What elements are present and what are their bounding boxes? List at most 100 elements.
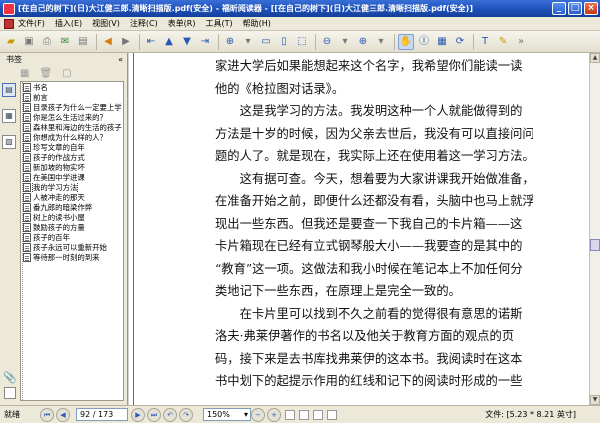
bookmark-item[interactable]: 森林里和海边的生活的孩子 — [21, 122, 123, 132]
maximize-button[interactable]: □ — [568, 2, 582, 15]
snapshot-icon[interactable]: ▦ — [434, 34, 450, 50]
email-icon[interactable]: ✉ — [57, 34, 73, 50]
bookmark-label: 前言 — [33, 92, 48, 102]
select-text-icon[interactable]: Ⓘ — [416, 34, 432, 50]
bookmark-page-icon — [23, 222, 31, 232]
go-back-button[interactable]: ↶ — [163, 407, 177, 422]
bookmark-item[interactable]: 树上的读书小屋 — [21, 212, 123, 222]
zoom-out-icon[interactable]: ⊖ — [319, 34, 335, 50]
bookmark-item[interactable]: 目录孩子为什么一定要上学 — [21, 102, 123, 112]
bookmark-item[interactable]: 你是怎么生活过来的？ — [21, 112, 123, 122]
bookmark-item[interactable]: 鼓励孩子的方量 — [21, 222, 123, 232]
app-icon[interactable] — [3, 2, 15, 15]
facing-page-icon[interactable] — [313, 409, 323, 420]
scroll-up-button[interactable]: ▲ — [590, 53, 600, 63]
expand-bookmarks-icon[interactable]: ▦ — [20, 68, 29, 79]
previous-page-button[interactable]: ◀ — [56, 407, 70, 422]
bookmark-label: 珍写文章的自年 — [33, 142, 85, 152]
document-icon[interactable] — [4, 18, 14, 29]
previous-page-icon[interactable]: ▲ — [161, 34, 177, 50]
bookmark-item[interactable]: 孩子的百年 — [21, 232, 123, 242]
last-page-button[interactable]: ⏭ — [147, 407, 161, 422]
next-page-icon[interactable]: ▼ — [179, 34, 195, 50]
first-page-button[interactable]: ⏮ — [40, 407, 54, 422]
zoom-out-button[interactable]: − — [251, 407, 265, 422]
menu-view[interactable]: 视图(V) — [92, 18, 120, 29]
zoom-in-icon[interactable]: ⊕ — [355, 34, 371, 50]
menu-help[interactable]: 帮助(H) — [243, 18, 271, 29]
bookmark-item[interactable]: 孩子永远可以重新开始 — [21, 242, 123, 252]
forward-arrow-icon[interactable]: ▶ — [118, 34, 134, 50]
minimize-button[interactable]: _ — [552, 2, 566, 15]
pages-tab-icon[interactable]: ▦ — [2, 109, 16, 123]
bookmark-page-icon — [23, 102, 31, 112]
single-page-icon[interactable] — [285, 409, 295, 420]
bookmark-item[interactable]: 书名 — [21, 82, 123, 92]
zoom-out-dropdown-icon[interactable]: ▾ — [337, 34, 353, 50]
close-button[interactable]: × — [584, 2, 598, 15]
bookmark-item[interactable]: 珍写文章的自年 — [21, 142, 123, 152]
zoom-in-button[interactable]: + — [267, 407, 281, 422]
bookmark-item[interactable]: 我的学习方法 — [21, 182, 123, 192]
more-tools-icon[interactable]: » — [513, 34, 529, 50]
bookmark-item[interactable]: 孩子的作战方式 — [21, 152, 123, 162]
menu-file[interactable]: 文件(F) — [18, 18, 45, 29]
bookmark-options-icon[interactable]: ▢ — [62, 68, 71, 79]
document-view[interactable]: 家进大学后如果能想起来这个名字，我希望你们能读一读 他的《枪拉图对话录》。 这是我… — [129, 53, 589, 405]
vertical-scrollbar[interactable]: ▲ ▼ — [589, 53, 600, 405]
fit-width-icon[interactable]: ⬚ — [294, 34, 310, 50]
menu-form[interactable]: 表单(R) — [168, 18, 196, 29]
bookmark-item[interactable]: 你想成为什么样的人？ — [21, 132, 123, 142]
bookmark-item[interactable]: 在美国中学进课 — [21, 172, 123, 182]
fit-page-icon[interactable]: ▯ — [276, 34, 292, 50]
menu-insert[interactable]: 插入(E) — [55, 18, 82, 29]
print-icon[interactable]: ⎙ — [39, 34, 55, 50]
page-number-input[interactable]: 92 / 173 — [76, 408, 128, 421]
layers-tab-icon[interactable]: ▧ — [2, 135, 16, 149]
bookmark-item[interactable]: 新加坡的物实坏 — [21, 162, 123, 172]
title-bar[interactable]: [在自己的树下](日)大江健三郎.清晰扫描版.pdf(安全) - 福昕阅读器 -… — [0, 0, 600, 17]
page-thumbnail-icon[interactable] — [4, 387, 16, 399]
collapse-sidebar-button[interactable]: « — [118, 55, 123, 64]
bookmarks-tab-icon[interactable]: ▤ — [2, 83, 16, 97]
note-icon[interactable]: ✎ — [495, 34, 511, 50]
bookmark-item[interactable]: 人被冲走的那天 — [21, 192, 123, 202]
bookmark-label: 孩子的百年 — [33, 232, 70, 242]
scroll-thumb[interactable] — [590, 239, 600, 251]
first-page-icon[interactable]: ⇤ — [143, 34, 159, 50]
bookmark-label: 目录孩子为什么一定要上学 — [33, 102, 122, 112]
save-icon[interactable]: ▣ — [21, 34, 37, 50]
zoom-level-field[interactable]: 150% ▾ — [203, 408, 251, 421]
actual-size-icon[interactable]: ▭ — [258, 34, 274, 50]
zoom-in-dropdown-icon[interactable]: ▾ — [373, 34, 389, 50]
bookmark-item[interactable]: 番九郎的暗梁作弊 — [21, 202, 123, 212]
bookmark-item[interactable]: 等待那一时刻的到来 — [21, 252, 123, 262]
continuous-page-icon[interactable] — [299, 409, 309, 420]
attachment-icon[interactable]: 📎 — [3, 371, 17, 384]
bookmark-page-icon — [23, 192, 31, 202]
go-forward-button[interactable]: ↷ — [179, 407, 193, 422]
last-page-icon[interactable]: ⇥ — [197, 34, 213, 50]
zoom-tool-icon[interactable]: ⊕ — [222, 34, 238, 50]
hand-tool-icon[interactable]: ✋ — [398, 33, 414, 50]
zoom-dropdown-icon[interactable]: ▾ — [240, 34, 256, 50]
next-page-button[interactable]: ▶ — [131, 407, 145, 422]
typewriter-icon[interactable]: T — [477, 34, 493, 50]
scan-icon[interactable]: ▤ — [75, 34, 91, 50]
continuous-facing-icon[interactable] — [327, 409, 337, 420]
delete-bookmark-icon[interactable]: 🗑 — [39, 68, 52, 79]
zoom-dropdown-icon[interactable]: ▾ — [244, 410, 248, 419]
bookmark-label: 等待那一时刻的到来 — [33, 252, 100, 262]
menu-tools[interactable]: 工具(T) — [206, 18, 233, 29]
menu-comment[interactable]: 注释(C) — [130, 18, 158, 29]
bookmark-label: 人被冲走的那天 — [33, 192, 85, 202]
rotate-icon[interactable]: ⟳ — [452, 34, 468, 50]
back-arrow-icon[interactable]: ◀ — [100, 34, 116, 50]
open-folder-icon[interactable]: ▰ — [3, 34, 19, 50]
text-line: 现出一些东西。但我还是要查一下我自己的卡片箱——这 — [215, 216, 523, 231]
text-line: 在准备开始之前，即便什么还都没有看，头脑中也马上就浮 — [215, 194, 533, 208]
bookmark-item[interactable]: 前言 — [21, 92, 123, 102]
bookmark-label: 孩子永远可以重新开始 — [33, 242, 107, 252]
scroll-down-button[interactable]: ▼ — [590, 395, 600, 405]
text-line: 类地记下一些东西，在原理上是完全一致的。 — [215, 284, 461, 298]
